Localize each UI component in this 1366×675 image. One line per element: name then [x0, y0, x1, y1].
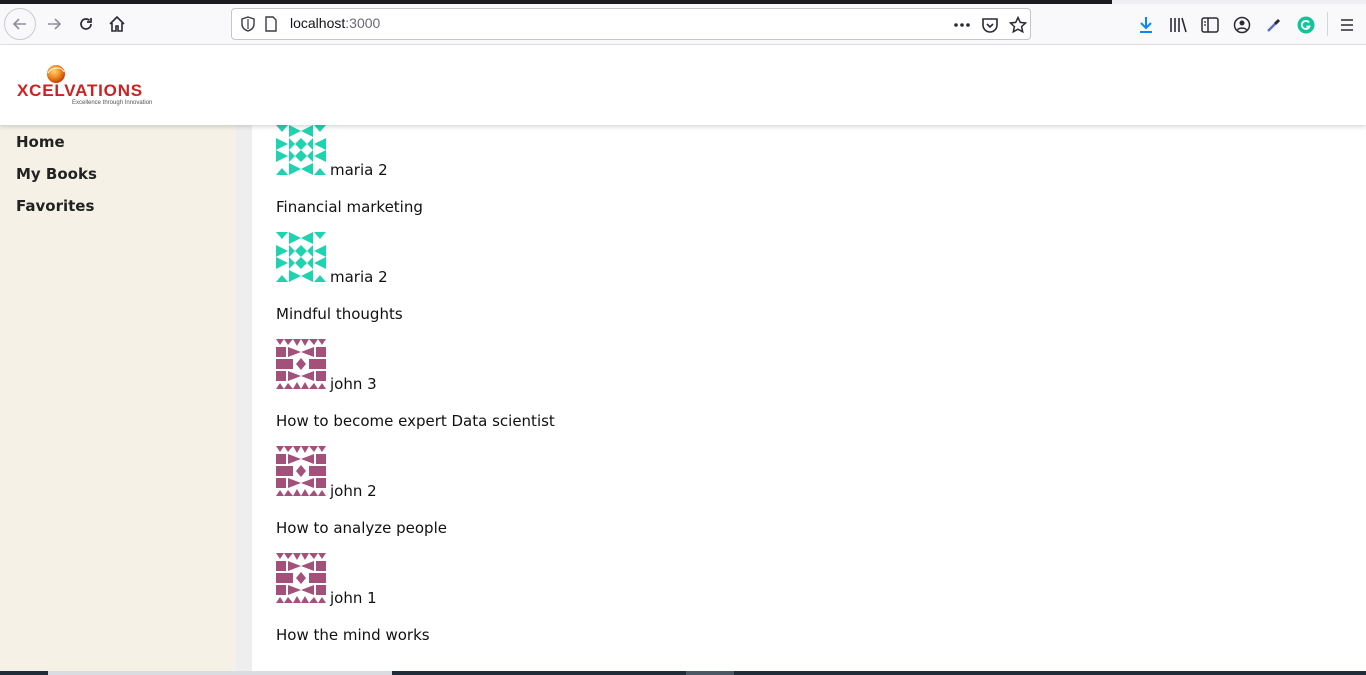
taskbar-strip: [0, 671, 1366, 675]
author-name: john 1: [330, 589, 377, 607]
address-bar[interactable]: localhost:3000: [231, 8, 1031, 40]
page-info-icon[interactable]: [264, 16, 278, 36]
author-name: maria 2: [330, 268, 388, 286]
eyedropper-extension-icon[interactable]: [1263, 14, 1285, 36]
sidebar-item-favorites[interactable]: Favorites: [16, 197, 94, 215]
taskbar-segment: [48, 671, 392, 675]
home-icon: [109, 15, 125, 32]
forward-button[interactable]: [38, 8, 70, 40]
identicon-avatar[interactable]: [276, 446, 326, 496]
toolbar-separator: [1327, 12, 1328, 36]
bookmark-star-icon[interactable]: [1008, 15, 1028, 35]
book-title[interactable]: How to analyze people: [276, 519, 447, 537]
taskbar-segment: [686, 671, 734, 675]
identicon-avatar[interactable]: [276, 125, 326, 175]
sidebar-item-home[interactable]: Home: [16, 133, 65, 151]
app-header: XCELVATIONS Excellence through Innovatio…: [0, 45, 1366, 125]
hamburger-menu-icon[interactable]: [1336, 14, 1358, 36]
more-actions-icon[interactable]: [952, 15, 972, 35]
logo-tagline: Excellence through Innovation: [72, 100, 152, 106]
url-text[interactable]: localhost:3000: [290, 15, 380, 31]
shield-icon[interactable]: [240, 16, 256, 36]
home-button[interactable]: [101, 8, 133, 40]
sidebar-toggle-icon[interactable]: [1199, 14, 1221, 36]
account-icon[interactable]: [1231, 14, 1253, 36]
reload-icon: [80, 18, 92, 30]
sidebar-item-my-books[interactable]: My Books: [16, 165, 97, 183]
sidebar-divider: [236, 125, 252, 671]
browser-toolbar: localhost:3000: [0, 4, 1366, 45]
xcelvations-logo[interactable]: XCELVATIONS Excellence through Innovatio…: [14, 63, 164, 107]
book-title[interactable]: Financial marketing: [276, 198, 423, 216]
identicon-avatar[interactable]: [276, 232, 326, 282]
logo-wordmark: XCELVATIONS: [17, 81, 143, 100]
book-title[interactable]: Mindful thoughts: [276, 305, 403, 323]
sidebar: Home My Books Favorites: [0, 125, 236, 671]
arrow-left-icon: [12, 18, 26, 30]
book-title[interactable]: How to become expert Data scientist: [276, 412, 555, 430]
library-icon[interactable]: [1167, 14, 1189, 36]
reload-button[interactable]: [70, 8, 102, 40]
book-title[interactable]: How the mind works: [276, 626, 430, 644]
grammarly-extension-icon[interactable]: [1295, 14, 1317, 36]
back-button[interactable]: [4, 8, 36, 40]
book-feed: maria 2 Financial marketing maria 2 Mind…: [252, 125, 1366, 671]
download-icon[interactable]: [1135, 14, 1157, 36]
author-name: maria 2: [330, 161, 388, 179]
pocket-icon[interactable]: [980, 15, 1000, 35]
author-name: john 3: [330, 375, 377, 393]
author-name: john 2: [330, 482, 377, 500]
arrow-right-icon: [48, 18, 62, 30]
identicon-avatar[interactable]: [276, 553, 326, 603]
identicon-avatar[interactable]: [276, 339, 326, 389]
